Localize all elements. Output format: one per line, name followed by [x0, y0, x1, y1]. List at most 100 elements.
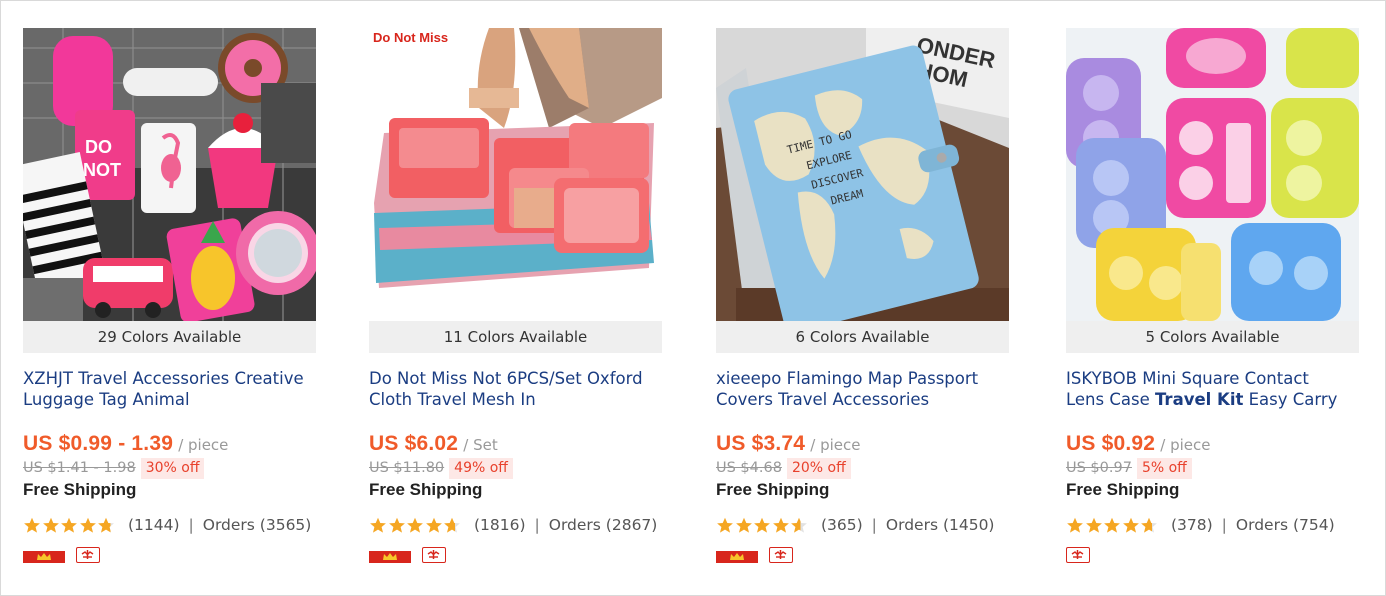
product-title-line2: Luggage Tag Animal	[23, 390, 190, 409]
product-card[interactable]: 5 Colors Available ISKYBOB Mini Square C…	[1066, 28, 1359, 576]
discount-badge: 5% off	[1136, 458, 1192, 479]
star-icon	[791, 517, 808, 533]
orders-count-link[interactable]: Orders (3565)	[203, 516, 312, 534]
svg-text:NOT: NOT	[83, 160, 121, 180]
original-price: US $1.41 - 1.98	[23, 460, 136, 476]
rating-stars	[369, 517, 462, 534]
price-row: US $3.74 / piece	[716, 432, 1009, 456]
badges-row	[23, 547, 316, 563]
original-price-row: US $1.41 - 1.98 30% off	[23, 457, 316, 479]
badges-row	[1066, 547, 1359, 563]
product-card[interactable]: DO NOT 29 Colors Available XZHJT Travel …	[23, 28, 316, 576]
original-price-row: US $11.80 49% off	[369, 457, 662, 479]
crown-badge-icon	[716, 551, 758, 563]
passport-cover-image: ONDER HOM TIME TO GO EXPLORE DISCOVER DR…	[716, 28, 1009, 321]
product-title-line1: ISKYBOB Mini Square Contact	[1066, 369, 1309, 388]
luggage-tags-image: DO NOT	[23, 28, 316, 321]
coupon-gift-icon	[1066, 547, 1090, 563]
contact-lens-case-image	[1066, 28, 1359, 321]
free-shipping-label: Free Shipping	[369, 480, 483, 499]
price-unit: / Set	[463, 436, 498, 454]
star-icon	[444, 517, 461, 533]
price-unit: / piece	[178, 436, 229, 454]
product-price: US $0.92	[1066, 432, 1156, 455]
product-image-passport-cover[interactable]: ONDER HOM TIME TO GO EXPLORE DISCOVER DR…	[716, 28, 1009, 321]
star-icon	[1067, 517, 1083, 533]
rating-row: (378) | Orders (754)	[1066, 514, 1359, 536]
rating-stars	[716, 517, 809, 534]
product-image-contact-lens-case[interactable]	[1066, 28, 1359, 321]
colors-available-label: 6 Colors Available	[716, 321, 1009, 353]
crown-badge-icon	[23, 551, 65, 563]
product-image-packing-cubes[interactable]: Do Not Miss	[369, 28, 662, 321]
badges-row	[369, 547, 662, 563]
star-icon	[1104, 517, 1121, 533]
star-icon	[1141, 517, 1158, 533]
title-highlight: Travel Kit	[1154, 390, 1244, 409]
review-count: (1144)	[127, 516, 180, 534]
star-icon	[425, 517, 442, 533]
colors-available-label: 29 Colors Available	[23, 321, 316, 353]
rating-stars	[1066, 517, 1159, 534]
product-price: US $0.99 - 1.39	[23, 432, 174, 455]
packing-cubes-image	[369, 28, 662, 321]
original-price: US $11.80	[369, 460, 445, 476]
review-count: (365)	[820, 516, 863, 534]
star-icon	[79, 517, 96, 533]
title-text: Lens Case	[1066, 390, 1155, 409]
product-title-line2: Lens Case Travel Kit Easy Carry	[1066, 389, 1359, 410]
star-icon	[370, 517, 386, 533]
price-unit: / piece	[1160, 436, 1211, 454]
price-unit: / piece	[810, 436, 861, 454]
free-shipping-label: Free Shipping	[23, 480, 137, 499]
product-price: US $3.74	[716, 432, 806, 455]
discount-badge: 30% off	[140, 458, 205, 479]
discount-badge: 20% off	[786, 458, 851, 479]
star-icon	[772, 517, 789, 533]
star-icon	[61, 517, 78, 533]
original-price-row: US $0.97 5% off	[1066, 457, 1359, 479]
colors-available-label: 11 Colors Available	[369, 321, 662, 353]
star-icon	[735, 517, 752, 533]
star-icon	[42, 517, 59, 533]
coupon-gift-icon	[769, 547, 793, 563]
product-title-line1: Do Not Miss Not 6PCS/Set Oxford	[369, 369, 643, 388]
product-title-link[interactable]: Do Not Miss Not 6PCS/Set Oxford Cloth Tr…	[369, 368, 662, 416]
orders-count-link[interactable]: Orders (1450)	[886, 516, 995, 534]
star-icon	[1122, 517, 1139, 533]
product-title-line2: Covers Travel Accessories	[716, 390, 930, 409]
orders-count-link[interactable]: Orders (754)	[1236, 516, 1335, 534]
orders-count-link[interactable]: Orders (2867)	[549, 516, 658, 534]
do-not-miss-overlay: Do Not Miss	[373, 30, 449, 45]
separator: |	[871, 516, 877, 534]
product-title-link[interactable]: XZHJT Travel Accessories Creative Luggag…	[23, 368, 316, 416]
rating-row: (1816) | Orders (2867)	[369, 514, 662, 536]
star-icon	[388, 517, 405, 533]
star-icon	[24, 517, 40, 533]
discount-badge: 49% off	[449, 458, 513, 479]
product-title-link[interactable]: xieeepo Flamingo Map Passport Covers Tra…	[716, 368, 1009, 416]
product-title-line2: Cloth Travel Mesh In	[369, 390, 536, 409]
free-shipping-label: Free Shipping	[716, 480, 830, 499]
product-price: US $6.02	[369, 432, 459, 455]
price-row: US $0.99 - 1.39 / piece	[23, 432, 316, 456]
product-image-luggage-tags[interactable]: DO NOT	[23, 28, 316, 321]
original-price: US $0.97	[1066, 460, 1132, 476]
original-price: US $4.68	[716, 460, 782, 476]
star-icon	[717, 517, 733, 533]
svg-text:DO: DO	[85, 137, 112, 157]
coupon-gift-icon	[76, 547, 100, 563]
price-row: US $0.92 / piece	[1066, 432, 1359, 456]
product-title-line1: XZHJT Travel Accessories Creative	[23, 369, 304, 388]
colors-available-label: 5 Colors Available	[1066, 321, 1359, 353]
product-card[interactable]: ONDER HOM TIME TO GO EXPLORE DISCOVER DR…	[716, 28, 1009, 576]
separator: |	[1221, 516, 1227, 534]
original-price-row: US $4.68 20% off	[716, 457, 1009, 479]
product-title-link[interactable]: ISKYBOB Mini Square Contact Lens Case Tr…	[1066, 368, 1359, 416]
star-icon	[407, 517, 424, 533]
product-card[interactable]: Do Not Miss 11 Colors Available Do Not M…	[369, 28, 662, 576]
rating-row: (365) | Orders (1450)	[716, 514, 1009, 536]
star-icon	[754, 517, 771, 533]
rating-stars	[23, 517, 116, 534]
free-shipping-label: Free Shipping	[1066, 480, 1180, 499]
